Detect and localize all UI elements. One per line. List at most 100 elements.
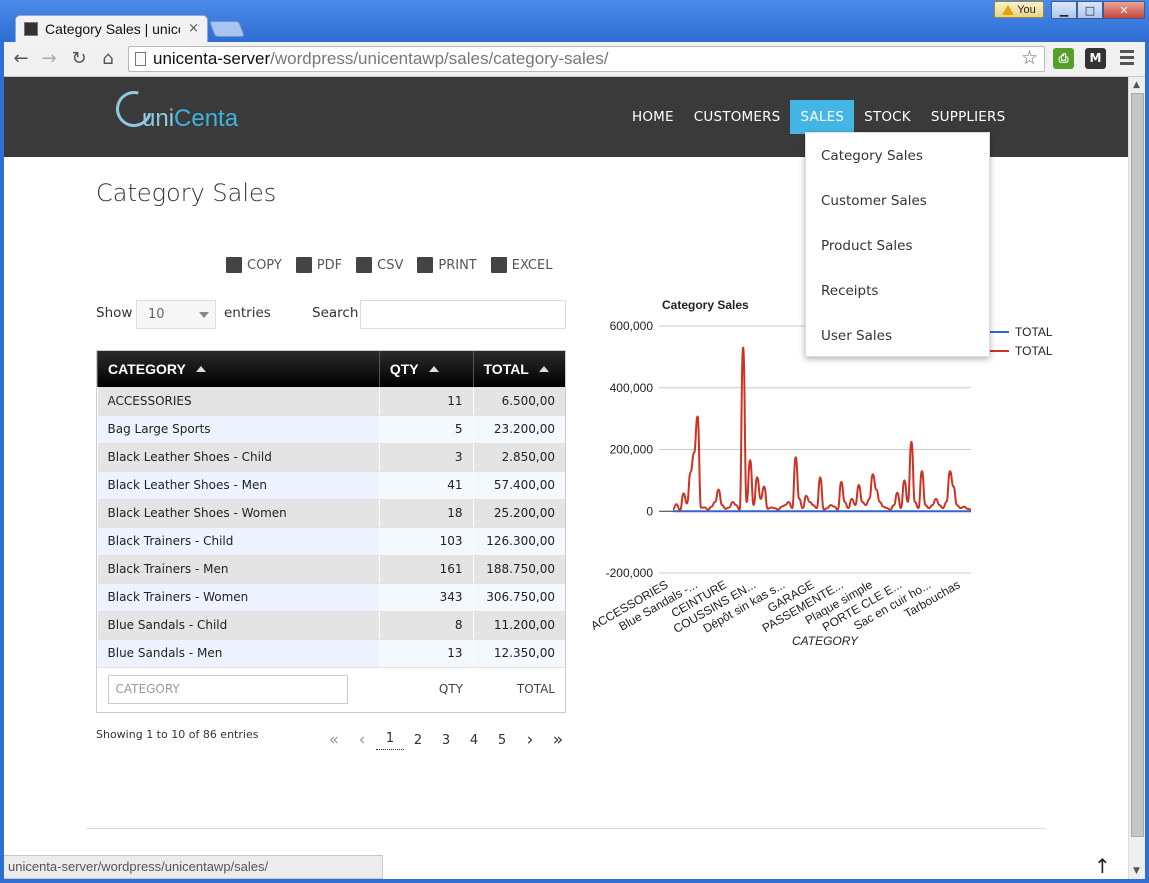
back-arrow-icon[interactable]: ← <box>10 48 32 70</box>
export-print-button[interactable]: PRINT <box>417 257 477 273</box>
column-label: QTY <box>389 361 419 377</box>
pager-page-3[interactable]: 3 <box>432 733 460 748</box>
csv-icon <box>356 257 373 273</box>
copy-icon <box>226 257 242 273</box>
column-label: CATEGORY <box>108 361 186 377</box>
url-path: /wordpress/unicentawp/sales/category-sal… <box>270 49 609 68</box>
length-value: 10 <box>148 307 165 322</box>
export-pdf-button[interactable]: PDF <box>295 257 343 273</box>
export-csv-button[interactable]: CSV <box>356 257 403 273</box>
tab-title: Category Sales | unicenta <box>45 21 180 37</box>
menu-item-customer-sales[interactable]: Customer Sales <box>821 193 927 209</box>
legend-label: TOTAL <box>1015 344 1053 358</box>
cell-qty: 41 <box>378 471 473 500</box>
pager-next-icon[interactable]: › <box>516 730 544 750</box>
maximize-button[interactable]: □ <box>1077 1 1103 19</box>
category-filter-input[interactable]: CATEGORY <box>107 674 348 704</box>
nav-sales[interactable]: SALES <box>790 100 855 134</box>
nav-customers[interactable]: CUSTOMERS <box>684 100 791 134</box>
table-row[interactable]: Black Leather Shoes - Child 3 2.850,00 <box>97 443 565 472</box>
table-row[interactable]: Bag Large Sports 5 23.200,00 <box>97 415 565 444</box>
excel-icon <box>490 257 507 273</box>
footer-divider <box>86 828 1046 829</box>
cell-qty: 5 <box>378 415 473 444</box>
print-extension-icon[interactable]: ⎙ <box>1053 48 1074 69</box>
menu-item-product-sales[interactable]: Product Sales <box>821 238 912 254</box>
chart-title: Category Sales <box>662 298 749 312</box>
pager-first-icon[interactable]: « <box>320 730 348 750</box>
cell-total: 11.200,00 <box>472 611 565 640</box>
cell-qty: 11 <box>378 387 473 416</box>
pager-page-5[interactable]: 5 <box>488 733 516 748</box>
menu-item-user-sales[interactable]: User Sales <box>821 328 892 344</box>
entries-label: entries <box>224 305 271 321</box>
address-bar[interactable]: unicenta-server/wordpress/unicentawp/sal… <box>128 46 1045 72</box>
tab-close-icon[interactable]: × <box>188 21 199 36</box>
entries-length-select[interactable]: 10 <box>136 300 216 329</box>
cell-category: Bag Large Sports <box>97 415 380 444</box>
cell-qty: 103 <box>378 527 473 556</box>
bookmark-star-icon[interactable]: ☆ <box>1021 47 1038 71</box>
column-header-qty[interactable]: QTY <box>378 351 473 387</box>
pager-page-1[interactable]: 1 <box>376 731 404 750</box>
cell-category: ACCESSORIES <box>97 387 380 416</box>
y-tick-label: -200,000 <box>606 566 654 580</box>
pager-page-2[interactable]: 2 <box>404 733 432 748</box>
cell-qty: 3 <box>378 443 473 472</box>
chevron-down-icon <box>199 312 209 318</box>
nav-stock[interactable]: STOCK <box>854 100 921 134</box>
pagination: «‹ 1 2 3 4 5 ›» <box>320 730 572 750</box>
browser-tab-active[interactable]: Category Sales | unicenta × <box>15 15 208 42</box>
print-icon <box>417 257 434 273</box>
forward-arrow-icon[interactable]: → <box>38 48 60 70</box>
table-row[interactable]: Black Trainers - Child 103 126.300,00 <box>97 527 565 556</box>
home-icon[interactable]: ⌂ <box>97 48 119 70</box>
table-row[interactable]: Blue Sandals - Child 8 11.200,00 <box>97 611 565 640</box>
pager-page-4[interactable]: 4 <box>460 733 488 748</box>
cell-category: Black Trainers - Women <box>97 583 380 612</box>
back-to-top-icon[interactable]: ↑ <box>1094 854 1111 878</box>
cell-category: Black Leather Shoes - Child <box>97 443 380 472</box>
window-close-button[interactable]: ✕ <box>1103 1 1145 19</box>
scroll-down-icon[interactable]: ▼ <box>1133 866 1140 876</box>
m-extension-icon[interactable]: M <box>1085 48 1106 69</box>
table-row[interactable]: Blue Sandals - Men 13 12.350,00 <box>97 639 565 668</box>
minimize-button[interactable]: ▁ <box>1051 1 1077 19</box>
browser-menu-icon[interactable] <box>1120 50 1134 68</box>
table-row[interactable]: Black Trainers - Women 343 306.750,00 <box>97 583 565 612</box>
x-axis-label: CATEGORY <box>792 634 859 648</box>
export-label: PDF <box>316 257 343 273</box>
sales-dropdown-menu: Category Sales Customer Sales Product Sale… <box>805 132 990 357</box>
logo-centa: Centa <box>174 105 239 132</box>
menu-item-receipts[interactable]: Receipts <box>821 283 878 299</box>
cell-qty: 13 <box>378 639 473 668</box>
column-header-category[interactable]: CATEGORY <box>97 351 380 387</box>
y-tick-label: 200,000 <box>610 443 654 457</box>
cell-category: Blue Sandals - Men <box>97 639 380 668</box>
new-tab-button[interactable] <box>209 21 245 37</box>
scrollbar-thumb[interactable] <box>1131 93 1144 837</box>
profile-badge[interactable]: You <box>994 1 1044 18</box>
table-row[interactable]: Black Leather Shoes - Women 18 25.200,00 <box>97 499 565 528</box>
table-row[interactable]: Black Leather Shoes - Men 41 57.400,00 <box>97 471 565 500</box>
scroll-up-icon[interactable]: ▲ <box>1133 80 1140 90</box>
table-footer-row: CATEGORY QTY TOTAL <box>98 667 566 711</box>
nav-suppliers[interactable]: SUPPLIERS <box>921 100 1016 134</box>
pager-prev-icon[interactable]: ‹ <box>348 730 376 750</box>
search-input[interactable] <box>360 300 566 329</box>
cell-total: 2.850,00 <box>472 443 565 472</box>
menu-item-category-sales[interactable]: Category Sales <box>821 148 923 164</box>
export-copy-button[interactable]: COPY <box>226 257 282 273</box>
cell-total: 126.300,00 <box>472 527 565 556</box>
column-header-total[interactable]: TOTAL <box>472 351 565 387</box>
table-row[interactable]: ACCESSORIES 11 6.500,00 <box>97 387 565 416</box>
page-scrollbar[interactable]: ▲ ▼ <box>1128 77 1145 879</box>
pager-last-icon[interactable]: » <box>544 730 572 750</box>
legend-label: TOTAL <box>1015 325 1053 339</box>
export-excel-button[interactable]: EXCEL <box>490 257 552 273</box>
reload-icon[interactable]: ↻ <box>68 48 90 70</box>
nav-home[interactable]: HOME <box>622 100 684 134</box>
table-row[interactable]: Black Trainers - Men 161 188.750,00 <box>97 555 565 584</box>
cell-category: Black Leather Shoes - Men <box>97 471 380 500</box>
cell-category: Black Trainers - Men <box>97 555 380 584</box>
